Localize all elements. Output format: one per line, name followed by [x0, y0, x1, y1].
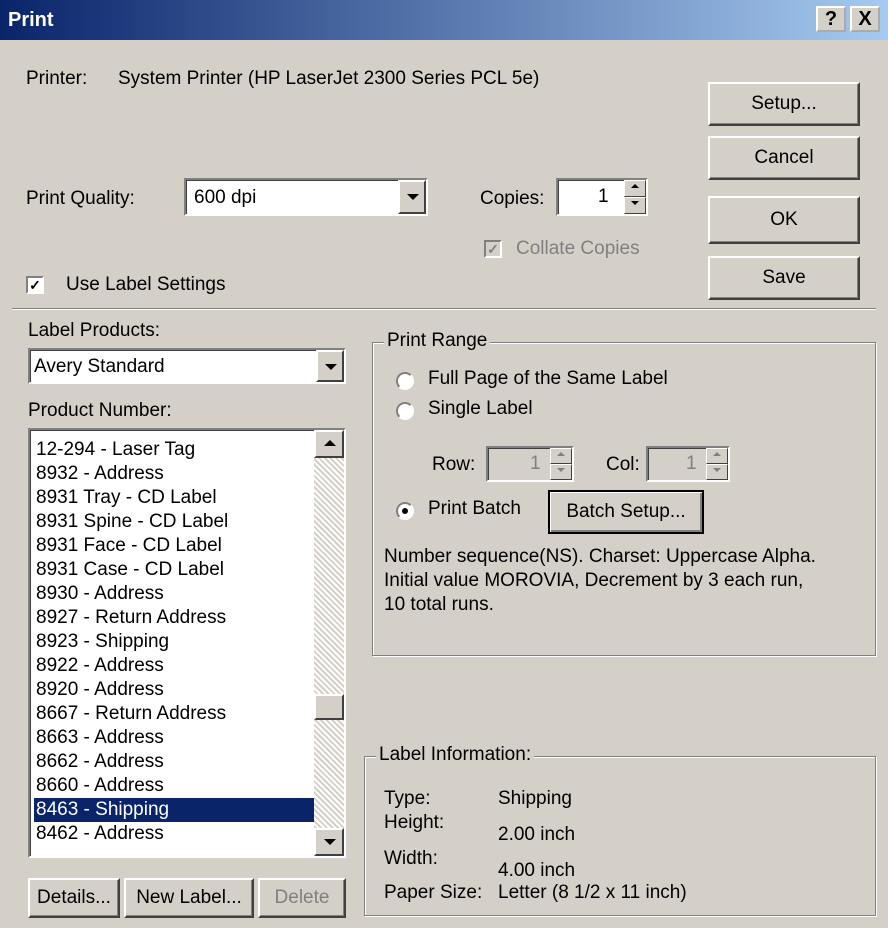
- col-label: Col:: [606, 454, 640, 475]
- delete-button[interactable]: Delete: [258, 878, 346, 918]
- help-button[interactable]: ?: [816, 6, 846, 32]
- list-item[interactable]: 8931 Case - CD Label: [34, 558, 224, 582]
- paper-size-value: Letter (8 1/2 x 11 inch): [498, 882, 687, 903]
- chevron-down-icon[interactable]: [398, 180, 426, 214]
- label-information-legend: Label Information:: [376, 744, 535, 766]
- print-batch-label: Print Batch: [428, 498, 521, 519]
- list-item[interactable]: 8927 - Return Address: [34, 606, 226, 630]
- list-item[interactable]: 8931 Spine - CD Label: [34, 510, 228, 534]
- batch-description-line-2: Initial value MOROVIA, Decrement by 3 ea…: [384, 570, 804, 591]
- close-button[interactable]: X: [850, 6, 880, 32]
- height-value: 2.00 inch: [498, 824, 576, 845]
- delete-button-label: Delete: [274, 887, 330, 908]
- copies-label: Copies:: [480, 188, 545, 209]
- cancel-button[interactable]: Cancel: [708, 136, 860, 180]
- ok-button[interactable]: OK: [708, 196, 860, 244]
- row-value: 1: [530, 453, 541, 474]
- copies-value: 1: [598, 186, 609, 207]
- print-dialog: Print ? X Printer: System Printer (HP La…: [0, 0, 888, 928]
- printer-label: Printer:: [26, 68, 88, 89]
- use-label-settings-checkbox[interactable]: ✓: [26, 276, 44, 294]
- batch-description-line-1: Number sequence(NS). Charset: Uppercase …: [384, 546, 816, 567]
- setup-button[interactable]: Setup...: [708, 82, 860, 126]
- product-number-label: Product Number:: [28, 400, 172, 421]
- details-button[interactable]: Details...: [28, 878, 120, 918]
- list-scrollbar[interactable]: [314, 430, 344, 856]
- list-item[interactable]: 8931 Tray - CD Label: [34, 486, 217, 510]
- new-label-button[interactable]: New Label...: [124, 878, 254, 918]
- width-value: 4.00 inch: [498, 860, 576, 881]
- list-item[interactable]: 12-294 - Laser Tag: [34, 438, 195, 462]
- divider: [12, 308, 876, 310]
- print-range-legend: Print Range: [384, 330, 491, 352]
- title-bar: Print ? X: [0, 0, 888, 40]
- list-item[interactable]: 8922 - Address: [34, 654, 164, 678]
- spin-up-icon[interactable]: [550, 448, 572, 464]
- print-quality-value: 600 dpi: [194, 187, 257, 208]
- print-quality-select[interactable]: 600 dpi: [184, 178, 428, 216]
- col-stepper[interactable]: 1: [646, 446, 730, 482]
- list-item[interactable]: 8662 - Address: [34, 750, 164, 774]
- print-batch-radio[interactable]: [396, 502, 414, 520]
- dialog-title: Print: [8, 9, 54, 31]
- spin-down-icon[interactable]: [706, 464, 728, 480]
- paper-size-label: Paper Size:: [384, 882, 483, 903]
- height-label: Height:: [384, 812, 445, 833]
- list-item[interactable]: 8931 Face - CD Label: [34, 534, 222, 558]
- batch-description-line-3: 10 total runs.: [384, 594, 494, 615]
- list-item[interactable]: 8660 - Address: [34, 774, 164, 798]
- product-number-list[interactable]: 12-294 - Laser Tag 8932 - Address 8931 T…: [28, 428, 346, 858]
- type-label: Type:: [384, 788, 431, 809]
- full-page-label: Full Page of the Same Label: [428, 368, 668, 389]
- single-label-label: Single Label: [428, 398, 533, 419]
- list-item[interactable]: 8920 - Address: [34, 678, 164, 702]
- use-label-settings-label: Use Label Settings: [66, 274, 226, 295]
- printer-value: System Printer (HP LaserJet 2300 Series …: [118, 68, 540, 89]
- list-item[interactable]: 8663 - Address: [34, 726, 164, 750]
- list-item-selected[interactable]: 8463 - Shipping: [34, 798, 318, 822]
- cancel-button-label: Cancel: [754, 147, 814, 168]
- list-item[interactable]: 8667 - Return Address: [34, 702, 226, 726]
- label-products-value: Avery Standard: [34, 356, 165, 377]
- scroll-down-icon[interactable]: [314, 828, 344, 856]
- chevron-down-icon[interactable]: [316, 350, 344, 382]
- col-value: 1: [686, 453, 697, 474]
- list-item[interactable]: 8932 - Address: [34, 462, 164, 486]
- full-page-radio[interactable]: [396, 372, 414, 390]
- new-label-button-label: New Label...: [136, 887, 242, 908]
- width-label: Width:: [384, 848, 438, 869]
- spin-down-icon[interactable]: [550, 464, 572, 480]
- label-products-label: Label Products:: [28, 320, 161, 341]
- row-label: Row:: [432, 454, 476, 475]
- single-label-radio[interactable]: [396, 402, 414, 420]
- ok-button-label: OK: [770, 209, 798, 230]
- type-value: Shipping: [498, 788, 572, 809]
- spin-up-icon[interactable]: [624, 180, 646, 197]
- batch-setup-button-label: Batch Setup...: [566, 501, 686, 522]
- batch-setup-button[interactable]: Batch Setup...: [548, 490, 704, 534]
- list-item[interactable]: 8462 - Address: [34, 822, 164, 846]
- save-button-label: Save: [762, 267, 806, 288]
- save-button[interactable]: Save: [708, 256, 860, 300]
- scroll-thumb[interactable]: [314, 694, 344, 720]
- list-item[interactable]: 8930 - Address: [34, 582, 164, 606]
- label-products-select[interactable]: Avery Standard: [28, 348, 346, 384]
- spin-down-icon[interactable]: [624, 197, 646, 214]
- copies-stepper[interactable]: 1: [556, 178, 648, 216]
- collate-copies-label: Collate Copies: [516, 238, 640, 259]
- print-quality-label: Print Quality:: [26, 188, 135, 209]
- setup-button-label: Setup...: [751, 93, 817, 114]
- row-stepper[interactable]: 1: [486, 446, 574, 482]
- list-item[interactable]: 8923 - Shipping: [34, 630, 169, 654]
- collate-copies-checkbox[interactable]: ✓: [484, 240, 502, 258]
- scroll-up-icon[interactable]: [314, 430, 344, 458]
- spin-up-icon[interactable]: [706, 448, 728, 464]
- details-button-label: Details...: [37, 887, 111, 908]
